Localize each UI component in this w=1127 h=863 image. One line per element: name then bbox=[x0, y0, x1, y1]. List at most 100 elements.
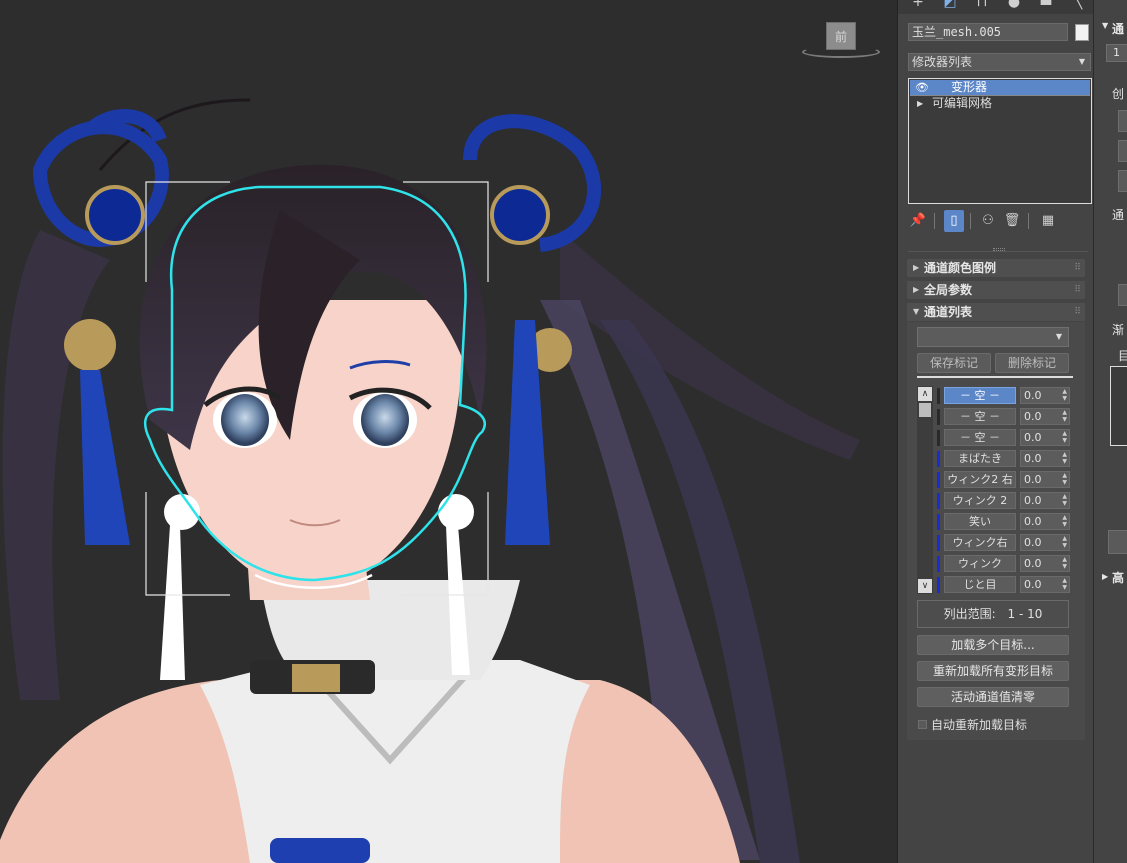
utilities-tab-icon[interactable]: ╲ bbox=[1070, 0, 1086, 10]
channel-value: 0.0 bbox=[1024, 515, 1042, 528]
stack-item-morpher[interactable]: 👁 变形器 bbox=[910, 80, 1090, 95]
spinner-arrows-icon[interactable]: ▲ ▼ bbox=[1062, 514, 1067, 528]
channel-name-button[interactable]: ウィンク右 bbox=[944, 534, 1016, 551]
spinner-arrows-icon[interactable]: ▲ ▼ bbox=[1062, 430, 1067, 444]
channel-value-spinner[interactable]: 0.0 ▲ ▼ bbox=[1020, 387, 1070, 404]
channel-name-button[interactable]: ウィンク 2 bbox=[944, 492, 1016, 509]
scroll-thumb[interactable] bbox=[919, 403, 931, 417]
channel-name-button[interactable]: まばたき bbox=[944, 450, 1016, 467]
modify-tab-icon[interactable]: ◩ bbox=[942, 0, 958, 10]
expand-triangle-icon[interactable]: ▶ bbox=[917, 96, 923, 111]
auto-reload-checkbox[interactable] bbox=[918, 720, 927, 729]
rollout-channel-list[interactable]: ▼ 通道列表 ⠿ bbox=[907, 303, 1085, 321]
rollout-grip-icon: ⠿ bbox=[1074, 263, 1081, 273]
hierarchy-tab-icon[interactable]: ⊓ bbox=[974, 0, 990, 10]
channel-value-spinner[interactable]: 0.0 ▲ ▼ bbox=[1020, 576, 1070, 593]
channel-name-button[interactable]: じと目 bbox=[944, 576, 1016, 593]
channel-value: 0.0 bbox=[1024, 410, 1042, 423]
modifier-list-dropdown[interactable]: 修改器列表 ▼ bbox=[908, 53, 1091, 71]
channel-row[interactable]: － 空 － 0.0 ▲ ▼ bbox=[937, 387, 1077, 405]
collapse-triangle-icon[interactable]: ▼ bbox=[1102, 21, 1108, 30]
character-render bbox=[0, 98, 860, 863]
spinner-arrows-icon[interactable]: ▲ ▼ bbox=[1062, 388, 1067, 402]
channel-name-button[interactable]: － 空 － bbox=[944, 387, 1016, 404]
marker-dropdown[interactable]: ▼ bbox=[917, 327, 1069, 347]
toolbar-divider bbox=[934, 213, 935, 229]
secondary-button[interactable] bbox=[1118, 170, 1127, 192]
object-name-field[interactable]: 玉兰_mesh.005 bbox=[908, 23, 1068, 41]
scroll-down-icon[interactable]: ∨ bbox=[918, 579, 932, 593]
viewcube-ring[interactable] bbox=[802, 46, 880, 58]
spinner-arrows-icon[interactable]: ▲ ▼ bbox=[1062, 472, 1067, 486]
channel-value: 0.0 bbox=[1024, 431, 1042, 444]
channel-row[interactable]: じと目 0.0 ▲ ▼ bbox=[937, 576, 1077, 594]
spinner-arrows-icon[interactable]: ▲ ▼ bbox=[1062, 577, 1067, 591]
channel-value-spinner[interactable]: 0.0 ▲ ▼ bbox=[1020, 492, 1070, 509]
channel-list-divider bbox=[917, 376, 1073, 378]
secondary-button[interactable] bbox=[1108, 530, 1127, 554]
display-tab-icon[interactable]: ▬ bbox=[1038, 0, 1054, 10]
channel-row[interactable]: まばたき 0.0 ▲ ▼ bbox=[937, 450, 1077, 468]
list-range-value: 1 - 10 bbox=[1007, 607, 1043, 621]
make-unique-icon[interactable]: ⚇ bbox=[978, 210, 998, 232]
channel-scrollbar[interactable]: ∧ ∨ bbox=[917, 386, 933, 594]
channel-value-spinner[interactable]: 0.0 ▲ ▼ bbox=[1020, 429, 1070, 446]
channel-row[interactable]: ウィンク 2 0.0 ▲ ▼ bbox=[937, 492, 1077, 510]
channel-value-spinner[interactable]: 0.0 ▲ ▼ bbox=[1020, 471, 1070, 488]
spinner-arrows-icon[interactable]: ▲ ▼ bbox=[1062, 535, 1067, 549]
auto-reload-targets-option[interactable]: 自动重新加载目标 bbox=[917, 717, 1077, 733]
secondary-target-list[interactable] bbox=[1110, 366, 1127, 446]
delete-marker-button[interactable]: 删除标记 bbox=[995, 353, 1069, 373]
channel-row[interactable]: ウィンク右 0.0 ▲ ▼ bbox=[937, 534, 1077, 552]
expand-triangle-icon[interactable]: ▶ bbox=[1102, 572, 1108, 581]
show-end-result-icon[interactable]: ▯ bbox=[944, 210, 964, 232]
zero-active-channels-button[interactable]: 活动通道值清零 bbox=[917, 687, 1069, 707]
channel-row[interactable]: ウィンク 0.0 ▲ ▼ bbox=[937, 555, 1077, 573]
save-marker-button[interactable]: 保存标记 bbox=[917, 353, 991, 373]
secondary-button[interactable] bbox=[1118, 284, 1127, 306]
pin-stack-icon[interactable]: 📌 bbox=[908, 210, 928, 232]
spinner-arrows-icon[interactable]: ▲ ▼ bbox=[1062, 493, 1067, 507]
channel-name-button[interactable]: － 空 － bbox=[944, 408, 1016, 425]
create-tab-icon[interactable]: + bbox=[910, 0, 926, 10]
collapse-triangle-icon: ▼ bbox=[913, 307, 920, 316]
rollout-title: 通道颜色图例 bbox=[924, 261, 997, 275]
channel-color-bar bbox=[937, 451, 940, 467]
object-color-swatch[interactable] bbox=[1075, 24, 1089, 41]
channel-value-spinner[interactable]: 0.0 ▲ ▼ bbox=[1020, 534, 1070, 551]
channel-name-button[interactable]: ウィンク bbox=[944, 555, 1016, 572]
channel-color-bar bbox=[937, 388, 940, 404]
channel-value-spinner[interactable]: 0.0 ▲ ▼ bbox=[1020, 450, 1070, 467]
stack-item-editable-mesh[interactable]: ▶ 可编辑网格 bbox=[910, 96, 1090, 111]
scroll-up-icon[interactable]: ∧ bbox=[918, 387, 932, 401]
secondary-field[interactable]: 1 bbox=[1106, 44, 1127, 62]
spinner-arrows-icon[interactable]: ▲ ▼ bbox=[1062, 409, 1067, 423]
secondary-button[interactable] bbox=[1118, 140, 1127, 162]
channel-name-button[interactable]: ウィンク2 右 bbox=[944, 471, 1016, 488]
configure-sets-icon[interactable]: ▦ bbox=[1038, 210, 1058, 232]
channel-row[interactable]: － 空 － 0.0 ▲ ▼ bbox=[937, 408, 1077, 426]
eye-icon[interactable]: 👁 bbox=[915, 80, 929, 95]
secondary-button[interactable] bbox=[1118, 110, 1127, 132]
load-multiple-targets-button[interactable]: 加载多个目标... bbox=[917, 635, 1069, 655]
spinner-arrows-icon[interactable]: ▲ ▼ bbox=[1062, 556, 1067, 570]
rollout-channel-color-legend[interactable]: ▶ 通道颜色图例 ⠿ bbox=[907, 259, 1085, 277]
spinner-arrows-icon[interactable]: ▲ ▼ bbox=[1062, 451, 1067, 465]
channel-value: 0.0 bbox=[1024, 494, 1042, 507]
rollout-global-params[interactable]: ▶ 全局参数 ⠿ bbox=[907, 281, 1085, 299]
channel-value-spinner[interactable]: 0.0 ▲ ▼ bbox=[1020, 513, 1070, 530]
channel-row[interactable]: ウィンク2 右 0.0 ▲ ▼ bbox=[937, 471, 1077, 489]
channel-list-body: ▼ 保存标记 删除标记 ∧ ∨ － 空 － 0.0 ▲ ▼ － 空 － 0.0 ▲ ▼ bbox=[907, 322, 1085, 740]
channel-row[interactable]: － 空 － 0.0 ▲ ▼ bbox=[937, 429, 1077, 447]
reload-all-targets-button[interactable]: 重新加载所有变形目标 bbox=[917, 661, 1069, 681]
motion-tab-icon[interactable]: ● bbox=[1006, 0, 1022, 10]
channel-row[interactable]: 笑い 0.0 ▲ ▼ bbox=[937, 513, 1077, 531]
channel-name-button[interactable]: － 空 － bbox=[944, 429, 1016, 446]
viewport[interactable]: 前 bbox=[0, 0, 897, 863]
modifier-list-label: 修改器列表 bbox=[912, 55, 973, 69]
channel-name-button[interactable]: 笑い bbox=[944, 513, 1016, 530]
channel-value-spinner[interactable]: 0.0 ▲ ▼ bbox=[1020, 555, 1070, 572]
trash-icon[interactable]: 🗑 bbox=[1002, 210, 1022, 232]
secondary-channel-label: 通 bbox=[1112, 208, 1125, 222]
channel-value-spinner[interactable]: 0.0 ▲ ▼ bbox=[1020, 408, 1070, 425]
